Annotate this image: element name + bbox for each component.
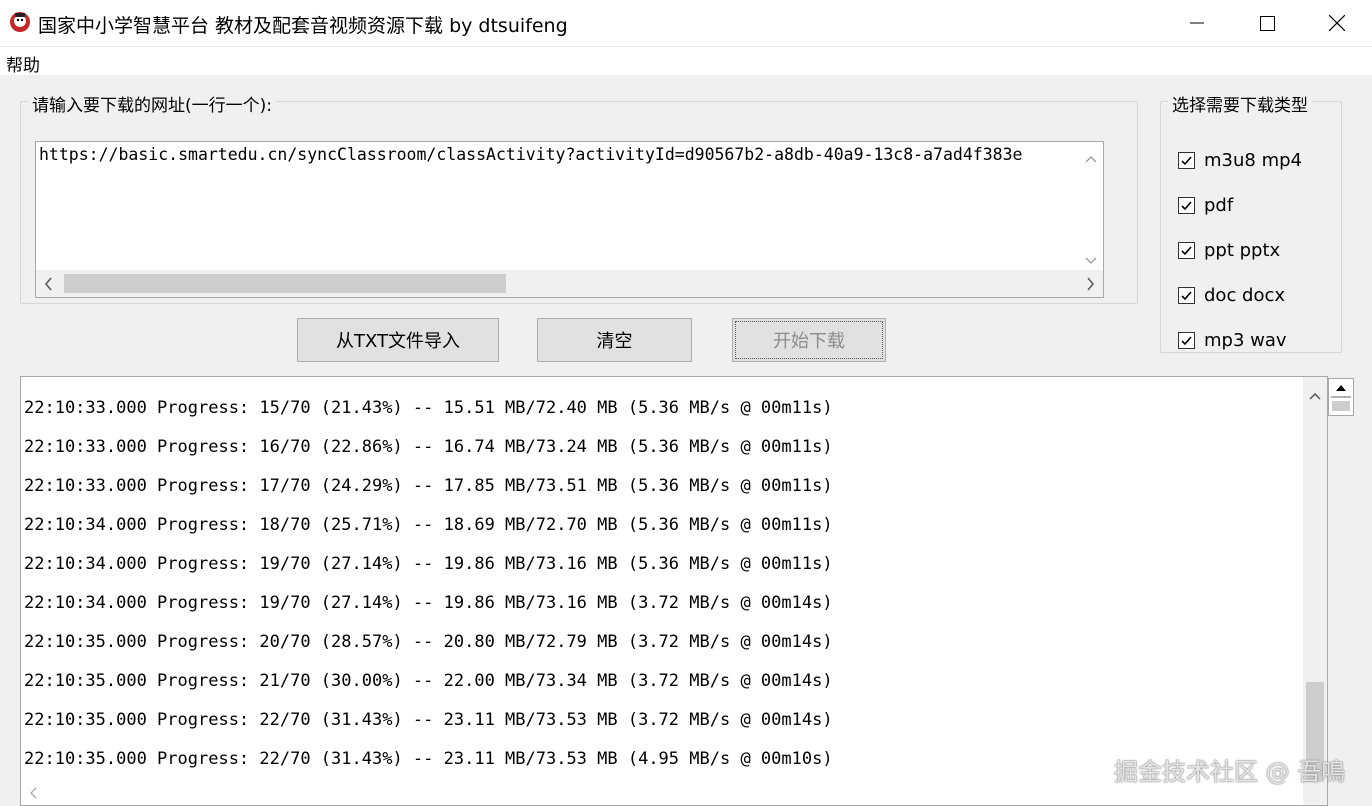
log-line: 22:10:34.000 Progress: 18/70 (25.71%) --… [24, 515, 833, 535]
menu-help[interactable]: 帮助 [6, 51, 40, 76]
check-icon [1181, 291, 1192, 301]
checkbox[interactable] [1178, 242, 1195, 259]
log-line: 22:10:33.000 Progress: 15/70 (21.43%) --… [24, 398, 833, 418]
clear-button[interactable]: 清空 [537, 318, 692, 362]
type-option-label: m3u8 mp4 [1204, 150, 1302, 171]
type-option-doc-docx[interactable]: doc docx [1178, 285, 1285, 306]
types-group-legend: 选择需要下载类型 [1168, 91, 1312, 116]
close-button[interactable] [1302, 0, 1372, 46]
type-option-mp3-wav[interactable]: mp3 wav [1178, 330, 1287, 351]
checkbox[interactable] [1178, 287, 1195, 304]
type-option-label: doc docx [1204, 285, 1286, 306]
side-spin-control[interactable] [1328, 378, 1354, 416]
scroll-up-icon[interactable] [1309, 385, 1321, 404]
type-option-label: pdf [1204, 195, 1234, 216]
maximize-icon [1259, 15, 1275, 31]
type-option-ppt-pptx[interactable]: ppt pptx [1178, 240, 1280, 261]
window-title: 国家中小学智慧平台 教材及配套音视频资源下载 by dtsuifeng [38, 15, 568, 37]
scroll-right-icon[interactable] [1087, 276, 1095, 295]
maximize-button[interactable] [1232, 0, 1302, 46]
log-line: 22:10:33.000 Progress: 17/70 (24.29%) --… [24, 476, 833, 496]
start-download-button[interactable]: 开始下载 [732, 318, 886, 362]
check-icon [1181, 336, 1192, 346]
app-icon[interactable] [8, 10, 32, 34]
checkbox[interactable] [1178, 197, 1195, 214]
type-option-label: mp3 wav [1204, 330, 1287, 351]
check-icon [1181, 156, 1192, 166]
type-option-label: ppt pptx [1204, 240, 1281, 261]
log-line: 22:10:34.000 Progress: 19/70 (27.14%) --… [24, 554, 833, 574]
scroll-up-icon[interactable] [1085, 148, 1097, 167]
log-line: 22:10:35.000 Progress: 20/70 (28.57%) --… [24, 632, 833, 652]
log-output[interactable]: 22:10:33.000 Progress: 15/70 (21.43%) --… [20, 376, 1328, 806]
minimize-icon [1190, 22, 1204, 24]
log-vertical-scrollbar[interactable] [1303, 377, 1327, 805]
check-icon [1181, 201, 1192, 211]
url-group-legend: 请输入要下载的网址(一行一个): [28, 91, 276, 116]
menu-bar: 帮助 [0, 46, 1372, 76]
scroll-left-icon[interactable] [44, 276, 52, 295]
title-bar: 国家中小学智慧平台 教材及配套音视频资源下载 by dtsuifeng [0, 0, 1372, 46]
types-group [1160, 101, 1342, 353]
watermark: 掘金技术社区 @ 吾鳴 [1114, 758, 1346, 786]
minimize-button[interactable] [1162, 0, 1232, 46]
scroll-down-icon[interactable] [1085, 250, 1097, 269]
type-option-pdf[interactable]: pdf [1178, 195, 1233, 216]
check-icon [1181, 246, 1192, 256]
url-scroll-thumb[interactable] [64, 274, 506, 293]
type-option-m3u8-mp4[interactable]: m3u8 mp4 [1178, 150, 1302, 171]
log-line: 22:10:35.000 Progress: 22/70 (31.43%) --… [24, 710, 833, 730]
checkbox[interactable] [1178, 152, 1195, 169]
import-txt-button[interactable]: 从TXT文件导入 [297, 318, 499, 362]
url-text[interactable]: https://basic.smartedu.cn/syncClassroom/… [39, 145, 1079, 164]
log-line: 22:10:34.000 Progress: 19/70 (27.14%) --… [24, 593, 833, 613]
log-line: 22:10:35.000 Progress: 21/70 (30.00%) --… [24, 671, 833, 691]
log-line: 22:10:33.000 Progress: 16/70 (22.86%) --… [24, 437, 833, 457]
log-line: 22:10:35.000 Progress: 22/70 (31.43%) --… [24, 749, 833, 769]
url-textarea[interactable]: https://basic.smartedu.cn/syncClassroom/… [35, 141, 1104, 298]
url-horizontal-scrollbar[interactable] [36, 270, 1103, 297]
spin-up-icon [1331, 385, 1351, 411]
checkbox[interactable] [1178, 332, 1195, 349]
close-icon [1329, 15, 1345, 31]
scroll-left-icon[interactable] [29, 784, 37, 803]
